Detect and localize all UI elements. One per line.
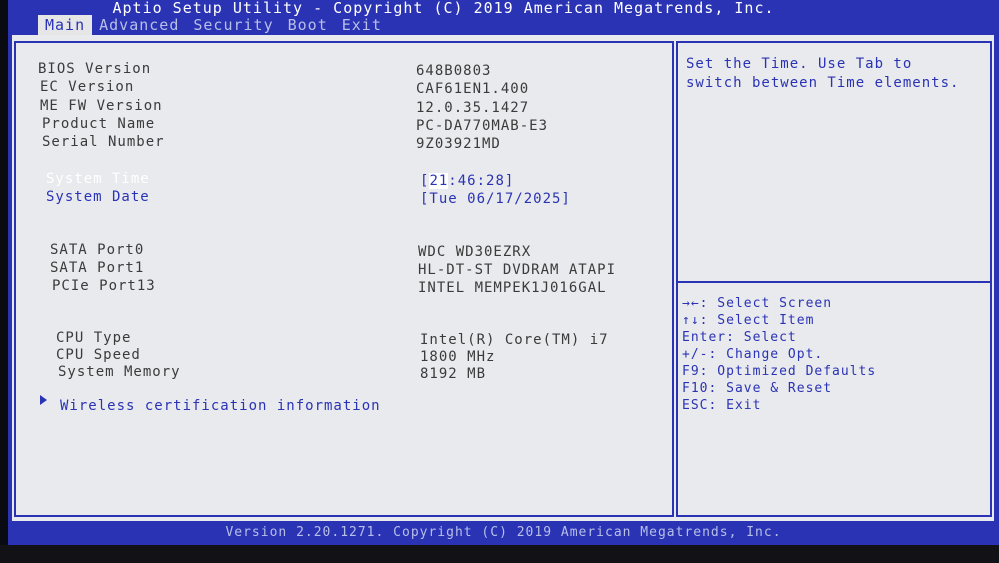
key-save-reset: F10: Save & Reset <box>682 381 833 396</box>
system-time-label[interactable]: System Time <box>46 171 150 187</box>
tab-exit[interactable]: Exit <box>335 15 389 35</box>
help-divider <box>678 281 990 283</box>
sata-port1-value: HL-DT-ST DVDRAM ATAPI <box>418 262 617 278</box>
ec-version-value: CAF61EN1.400 <box>416 81 530 97</box>
help-line-2: switch between Time elements. <box>686 75 960 91</box>
tab-main[interactable]: Main <box>38 15 93 35</box>
serial-number-value: 9Z03921MD <box>416 136 501 152</box>
sata-port0-value: WDC WD30EZRX <box>418 244 532 260</box>
tab-advanced[interactable]: Advanced <box>92 15 186 35</box>
bios-version-label: BIOS Version <box>38 61 152 77</box>
product-name-value: PC-DA770MAB-E3 <box>416 118 549 134</box>
tab-security[interactable]: Security <box>186 15 280 35</box>
pcie-port13-value: INTEL MEMPEK1J016GAL <box>418 280 607 296</box>
sata-port1-label: SATA Port1 <box>50 260 145 276</box>
monitor-bezel <box>0 545 999 563</box>
system-time-field[interactable]: [21:46:28] <box>420 173 514 189</box>
ec-version-label: EC Version <box>40 79 135 95</box>
system-date-label[interactable]: System Date <box>46 189 150 205</box>
system-date-field[interactable]: [Tue 06/17/2025] <box>420 191 571 207</box>
help-pane: Set the Time. Use Tab to switch between … <box>676 41 992 517</box>
me-fw-version-label: ME FW Version <box>40 98 163 114</box>
bios-screen: Aptio Setup Utility - Copyright (C) 2019… <box>8 0 999 545</box>
sata-port0-label: SATA Port0 <box>50 242 145 258</box>
key-select-item: ↑↓: Select Item <box>682 313 815 328</box>
product-name-label: Product Name <box>42 116 156 132</box>
help-text: Set the Time. Use Tab to switch between … <box>686 55 959 93</box>
system-memory-label: System Memory <box>58 364 181 380</box>
time-rest: :46:28] <box>448 173 515 189</box>
key-exit: ESC: Exit <box>682 398 762 413</box>
key-legend: →←: Select Screen ↑↓: Select Item Enter:… <box>682 295 876 414</box>
pcie-port13-label: PCIe Port13 <box>52 278 156 294</box>
cpu-type-value: Intel(R) Core(TM) i7 <box>420 332 609 348</box>
cpu-type-label: CPU Type <box>56 330 132 346</box>
tab-boot[interactable]: Boot <box>281 15 335 35</box>
system-memory-value: 8192 MB <box>420 366 487 382</box>
me-fw-version-value: 12.0.35.1427 <box>416 100 530 116</box>
cpu-speed-label: CPU Speed <box>56 347 141 363</box>
version-footer: Version 2.20.1271. Copyright (C) 2019 Am… <box>225 525 782 540</box>
wireless-certification-submenu[interactable]: Wireless certification information <box>60 398 381 414</box>
main-panel: BIOS Version 648B0803 EC Version CAF61EN… <box>12 35 994 521</box>
submenu-arrow-icon <box>40 395 47 405</box>
bios-version-value: 648B0803 <box>416 63 492 79</box>
settings-pane: BIOS Version 648B0803 EC Version CAF61EN… <box>14 41 674 517</box>
key-enter-select: Enter: Select <box>682 330 797 345</box>
help-line-1: Set the Time. Use Tab to <box>686 56 913 72</box>
serial-number-label: Serial Number <box>42 134 165 150</box>
cpu-speed-value: 1800 MHz <box>420 349 496 365</box>
time-hour-cursor[interactable]: 21 <box>429 173 449 189</box>
key-change-opt: +/-: Change Opt. <box>682 347 824 362</box>
key-optimized-defaults: F9: Optimized Defaults <box>682 364 877 379</box>
tab-bar: Main Advanced Security Boot Exit <box>38 15 389 35</box>
key-select-screen: →←: Select Screen <box>682 296 833 311</box>
